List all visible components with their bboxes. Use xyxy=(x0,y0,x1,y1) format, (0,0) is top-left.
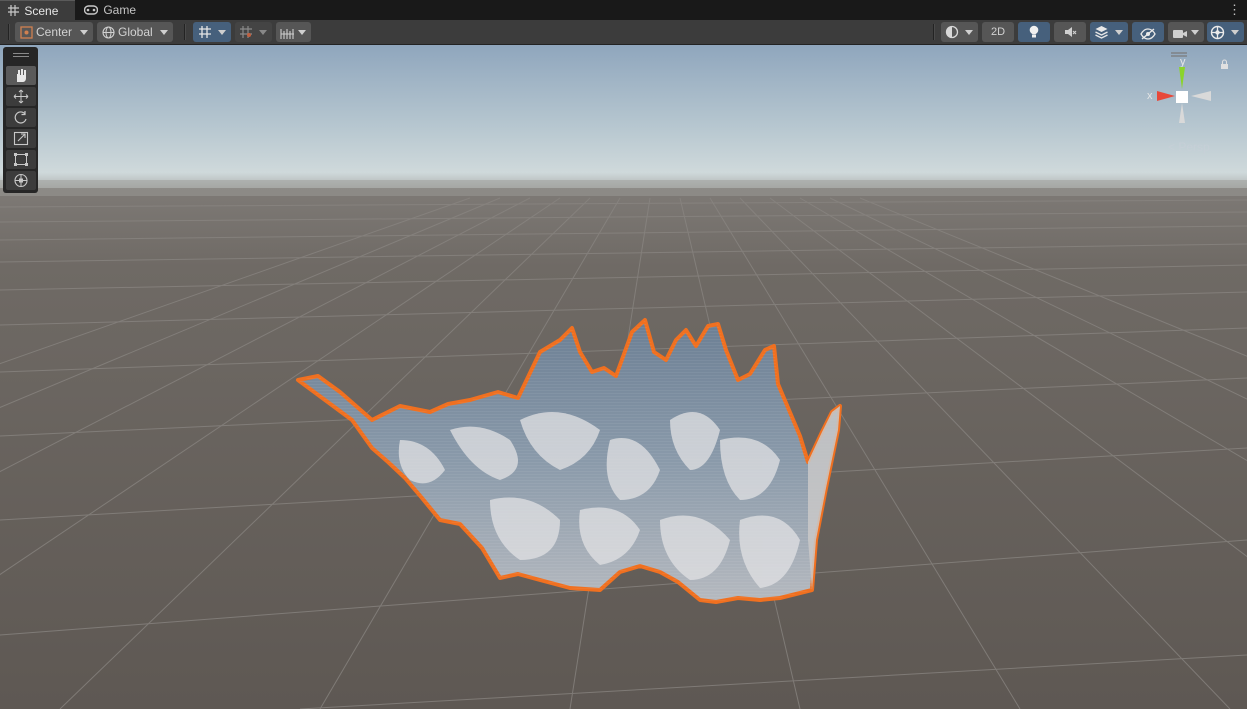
tab-scene[interactable]: Scene xyxy=(0,0,75,20)
tab-game[interactable]: Game xyxy=(82,0,152,20)
scale-tool-button[interactable] xyxy=(6,129,36,148)
chevron-down-icon xyxy=(1115,30,1123,35)
toolbar-divider xyxy=(184,24,186,40)
gizmo-y-label: y xyxy=(1180,56,1186,68)
editor-tab-bar: Scene Game ⋮ xyxy=(0,0,1247,20)
gizmo-neg-x-axis[interactable] xyxy=(1191,91,1211,101)
pivot-mode-dropdown[interactable]: Center xyxy=(15,22,93,42)
pivot-rotation-label: Global xyxy=(118,25,153,39)
camera-icon xyxy=(1172,26,1188,46)
gamepad-icon xyxy=(83,1,99,21)
chevron-down-icon xyxy=(965,30,973,35)
chevron-down-icon xyxy=(1231,30,1239,35)
move-tool-button[interactable] xyxy=(6,87,36,106)
transform-tool-button[interactable] xyxy=(6,171,36,190)
rect-transform-icon xyxy=(14,153,28,166)
hand-tool-button[interactable] xyxy=(6,66,36,85)
more-options-icon[interactable]: ⋮ xyxy=(1228,2,1241,18)
rotate-tool-button[interactable] xyxy=(6,108,36,127)
tools-overlay xyxy=(3,47,38,193)
perspective-icon: < xyxy=(1168,140,1176,154)
eye-hidden-icon xyxy=(1140,26,1156,46)
tab-scene-label: Scene xyxy=(24,4,59,18)
lock-icon[interactable] xyxy=(1221,59,1228,69)
chevron-down-icon xyxy=(80,30,88,35)
toolbar-divider xyxy=(8,24,10,40)
ruler-icon xyxy=(280,26,295,46)
transform-icon xyxy=(14,173,28,188)
scene-viewport[interactable] xyxy=(0,45,1247,709)
globe-icon xyxy=(102,25,115,45)
toolbar-divider xyxy=(933,24,935,40)
scene-camera-dropdown[interactable] xyxy=(1168,22,1204,42)
toggle-2d-label: 2D xyxy=(990,26,1006,38)
increment-snap-icon xyxy=(239,25,253,45)
chevron-down-icon xyxy=(298,30,306,35)
gizmo-center-cube[interactable] xyxy=(1176,91,1188,103)
rotate-icon xyxy=(14,111,27,124)
draw-mode-dropdown[interactable] xyxy=(941,22,978,42)
gizmo-x-label: x xyxy=(1147,90,1153,102)
scene-toolbar: Center Global 2D xyxy=(0,20,1247,45)
drag-handle[interactable] xyxy=(13,53,29,54)
rect-tool-button[interactable] xyxy=(6,150,36,169)
chevron-down-icon xyxy=(218,30,226,35)
gizmo-neg-y-axis[interactable] xyxy=(1179,103,1185,123)
grid-snap-icon xyxy=(198,25,212,45)
layers-icon xyxy=(1094,25,1109,45)
hand-icon xyxy=(17,69,26,82)
projection-text: Persp xyxy=(1178,140,1210,154)
lightbulb-icon xyxy=(1028,25,1040,45)
move-icon xyxy=(13,89,29,104)
scene-effects-dropdown[interactable] xyxy=(1090,22,1128,42)
increment-snap-button[interactable] xyxy=(235,22,272,42)
gizmos-dropdown[interactable] xyxy=(1207,22,1244,42)
chevron-down-icon xyxy=(160,30,168,35)
projection-label[interactable]: < Persp xyxy=(1168,140,1210,154)
chevron-down-icon xyxy=(259,30,267,35)
toggle-2d-button[interactable]: 2D xyxy=(982,22,1014,42)
sky xyxy=(0,45,1247,195)
tab-game-label: Game xyxy=(103,3,137,17)
gizmo-x-axis[interactable] xyxy=(1157,91,1175,101)
scale-icon xyxy=(13,131,29,146)
grid-snapping-button[interactable] xyxy=(193,22,231,42)
chevron-down-icon xyxy=(1191,30,1199,35)
pivot-mode-label: Center xyxy=(36,25,73,39)
scene-lighting-toggle[interactable] xyxy=(1018,22,1050,42)
scene-render xyxy=(0,45,1247,709)
gizmo-globe-icon xyxy=(1210,25,1225,46)
gizmo-y-axis[interactable] xyxy=(1179,67,1185,89)
scene-audio-toggle[interactable] xyxy=(1054,22,1086,42)
pivot-rotation-dropdown[interactable]: Global xyxy=(97,22,173,42)
grid-visibility-button[interactable] xyxy=(276,22,311,42)
audio-muted-icon xyxy=(1063,25,1077,45)
pivot-center-icon xyxy=(20,25,33,45)
hidden-objects-toggle[interactable] xyxy=(1132,22,1164,42)
grid-icon xyxy=(8,2,19,22)
shading-sphere-icon xyxy=(945,25,959,45)
